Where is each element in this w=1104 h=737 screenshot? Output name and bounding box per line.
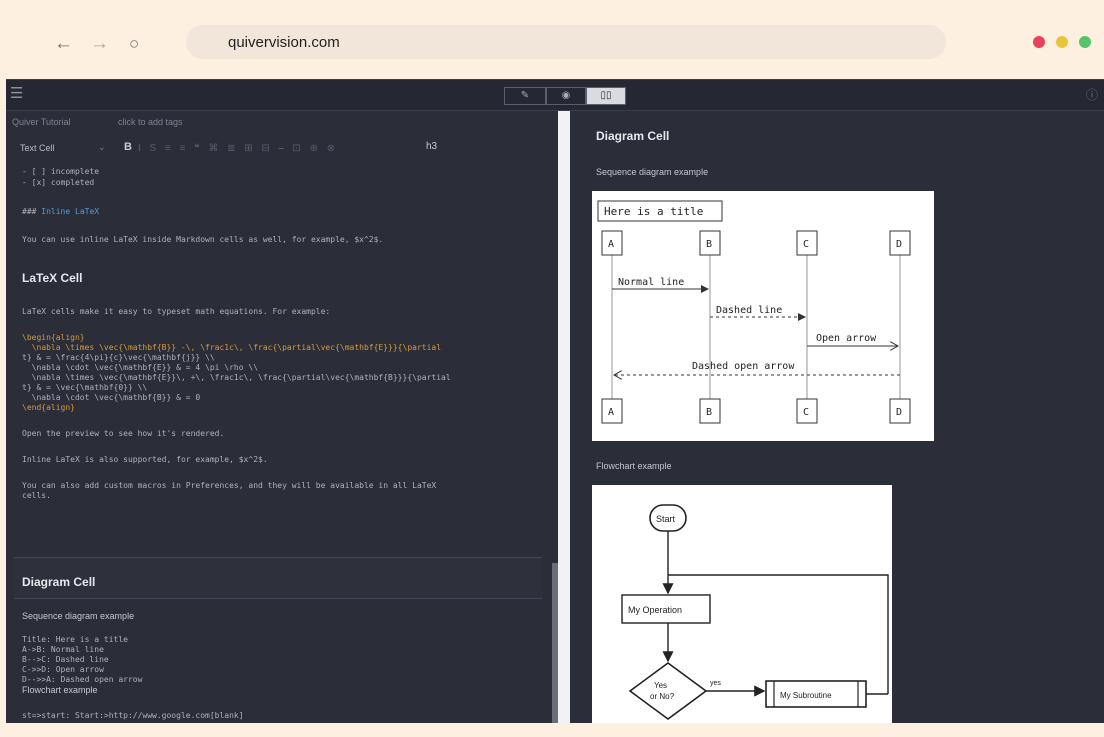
condition-label-2: or No? [650,692,675,701]
subroutine-label: My Subroutine [780,691,832,700]
menu-icon[interactable]: ☰ [10,84,23,102]
condition-node [628,662,708,720]
code-line: C->>D: Open arrow [22,665,104,674]
code-line: Inline LaTeX is also supported, for exam… [22,455,268,464]
flow-example-label: Flowchart example [22,685,98,695]
editor-header: Quiver Tutorial click to add tags Text C… [6,111,558,173]
edit-mode-button[interactable]: ✎ [504,87,546,105]
green-dot [1079,36,1091,48]
code-line: Title: Here is a title [22,635,128,644]
app-window: ☰ ✎ ◉ ▯▯ ⓘ Quiver Tutorial click to add … [6,79,1104,723]
code-line: LaTeX cells make it easy to typeset math… [22,307,331,316]
msg-dashed-open-label: Dashed open arrow [692,361,795,372]
code-line: B-->C: Dashed line [22,655,109,664]
code-line: - [ ] incomplete [22,167,100,176]
sequence-diagram-svg: Here is a title A B C D Normal line Dash… [597,200,911,424]
condition-label-1: Yes [654,681,667,690]
formatting-toolbar[interactable]: I S ≡ ≡ ❝ ⌘ ≣ ⊞ ⊟ ⎯ ⊡ ⊕ ⊗ [138,143,338,154]
code-line: Open the preview to see how it's rendere… [22,429,225,438]
cell-type-select[interactable]: Text Cell [20,143,55,153]
sequence-diagram: Here is a title A B C D Normal line Dash… [592,191,934,441]
pane-divider[interactable] [558,111,570,723]
code-line: \nabla \times \vec{\mathbf{B}} -\, \frac… [22,343,442,352]
code-line: - [x] completed [22,178,95,187]
code-line: \nabla \cdot \vec{\mathbf{B}} & = 0 [22,393,201,402]
preview-heading: Diagram Cell [596,129,670,143]
code-line: \begin{align} [22,333,85,342]
heading-button[interactable]: h3 [426,141,437,152]
code-line: cells. [22,491,51,500]
browser-toolbar: ← → ○ quivervision.com [0,0,1104,72]
inline-latex-heading: Inline LaTeX [41,207,100,216]
seq-title: Here is a title [604,205,703,218]
seq-caption: Sequence diagram example [596,167,709,177]
note-title[interactable]: Quiver Tutorial [12,117,71,127]
back-icon[interactable]: ← [54,34,73,53]
flowchart-diagram: Start My Operation Yes or No? yes My Sub… [592,485,892,723]
code-line: t} & = \frac{4\pi}{c}\vec{\mathbf{j}} \\ [22,353,215,362]
yes-label: yes [710,680,721,687]
preview-mode-button[interactable]: ◉ [546,87,586,105]
flowchart-svg: Start My Operation Yes or No? yes My Sub… [621,504,889,720]
split-mode-button[interactable]: ▯▯ [586,87,626,105]
code-line: \nabla \cdot \vec{\mathbf{E}} & = 4 \pi … [22,363,259,372]
start-label: Start [656,514,676,524]
code-line: t} & = \vec{\mathbf{0}} \\ [22,383,148,392]
flow-caption: Flowchart example [596,461,672,471]
chevron-down-icon[interactable]: ⌄ [98,142,106,153]
actor-b-label: B [706,239,712,250]
diagram-cell-heading: Diagram Cell [22,575,96,589]
code-line: A->B: Normal line [22,645,104,654]
actor-a-label: A [608,407,614,418]
actor-c-label: C [803,407,809,418]
msg-open-label: Open arrow [816,333,877,344]
reload-icon[interactable]: ○ [129,34,139,53]
code-line: \end{align} [22,403,75,412]
url-text: quivervision.com [228,34,340,51]
actor-a-label: A [608,239,614,250]
app-toolbar: ☰ ✎ ◉ ▯▯ ⓘ [6,80,1104,111]
code-line: You can use inline LaTeX inside Markdown… [22,235,384,244]
bold-button[interactable]: B [124,141,132,153]
preview-pane[interactable]: Diagram Cell Sequence diagram example He… [570,111,1104,723]
seq-example-label: Sequence diagram example [22,611,135,621]
code-line: You can also add custom macros in Prefer… [22,481,437,490]
actor-d-label: D [896,407,902,418]
actor-d-label: D [896,239,902,250]
actor-c-label: C [803,239,809,250]
actor-b-label: B [706,407,712,418]
msg-dashed-label: Dashed line [716,305,782,316]
yellow-dot [1056,36,1068,48]
code-line: ### Inline LaTeX [22,207,99,217]
latex-cell-heading: LaTeX Cell [22,271,83,285]
msg-normal-label: Normal line [618,277,684,288]
markdown-hash: ### [22,207,37,216]
address-bar[interactable]: quivervision.com [186,25,946,59]
info-icon[interactable]: ⓘ [1086,86,1098,103]
code-line: st=>start: Start:>http://www.google.com[… [22,711,244,720]
operation-label: My Operation [628,605,682,615]
editor-pane[interactable]: Quiver Tutorial click to add tags Text C… [6,111,558,723]
red-dot [1033,36,1045,48]
code-line: D-->>A: Dashed open arrow [22,675,143,684]
code-line: \nabla \times \vec{\mathbf{E}}\, +\, \fr… [22,373,451,382]
forward-icon[interactable]: → [90,34,109,53]
tags-field[interactable]: click to add tags [118,117,183,127]
